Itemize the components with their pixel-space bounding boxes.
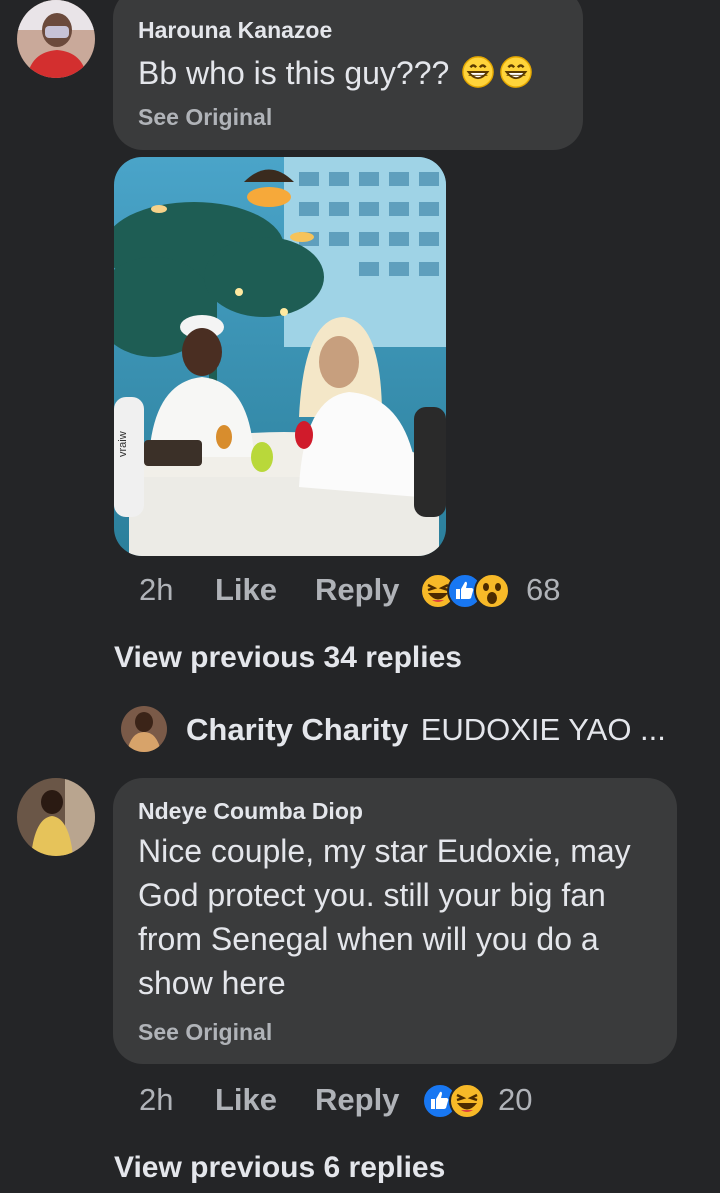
comment-bubble: Ndeye Coumba Diop Nice couple, my star E… bbox=[113, 778, 677, 1064]
see-original-link[interactable]: See Original bbox=[138, 1019, 272, 1046]
comment-text: Bb who is this guy??? bbox=[138, 51, 533, 95]
reply-button[interactable]: Reply bbox=[315, 572, 399, 608]
wow-icon bbox=[474, 573, 510, 609]
comment-bubble: Harouna Kanazoe Bb who is this guy??? Se… bbox=[113, 0, 583, 150]
reply-preview-snippet: EUDOXIE YAO ... bbox=[420, 712, 666, 747]
comment-time[interactable]: 2h bbox=[139, 572, 173, 608]
view-previous-replies[interactable]: View previous 6 replies bbox=[114, 1151, 445, 1185]
comment-time[interactable]: 2h bbox=[139, 1082, 173, 1118]
like-label: Like bbox=[215, 572, 278, 607]
reaction-count: 20 bbox=[498, 1082, 533, 1117]
view-previous-replies[interactable]: View previous 34 replies bbox=[114, 641, 462, 675]
reply-label: Reply bbox=[315, 572, 400, 607]
reply-preview-author: Charity Charity bbox=[186, 712, 409, 747]
grinning-face-icon bbox=[462, 56, 495, 88]
comment-author[interactable]: Ndeye Coumba Diop bbox=[138, 798, 363, 825]
like-label: Like bbox=[215, 1082, 278, 1117]
reply-button[interactable]: Reply bbox=[315, 1082, 399, 1118]
haha-icon bbox=[449, 1083, 485, 1119]
reactions-summary[interactable]: 68 bbox=[420, 572, 570, 612]
see-original-link[interactable]: See Original bbox=[138, 104, 272, 131]
comment-text-line: from Senegal when will you do a bbox=[138, 921, 599, 957]
comment-text-body: Bb who is this guy??? bbox=[138, 55, 450, 91]
reaction-count: 68 bbox=[526, 572, 561, 607]
avatar-charity[interactable] bbox=[121, 706, 167, 752]
reply-preview[interactable]: Charity Charity EUDOXIE YAO ... bbox=[186, 712, 666, 748]
comment-text-line: God protect you. still your big fan bbox=[138, 877, 606, 913]
comment-author[interactable]: Harouna Kanazoe bbox=[138, 17, 332, 44]
like-button[interactable]: Like bbox=[215, 572, 277, 608]
comment-photo[interactable]: vraiw bbox=[114, 157, 446, 556]
photo-overlay-text: vraiw bbox=[117, 431, 129, 457]
comment-text-line: show here bbox=[138, 965, 286, 1001]
comment-text-line: Nice couple, my star Eudoxie, may bbox=[138, 833, 631, 869]
reactions-summary[interactable]: 20 bbox=[422, 1082, 552, 1122]
like-button[interactable]: Like bbox=[215, 1082, 277, 1118]
comment-text: Nice couple, my star Eudoxie, may God pr… bbox=[138, 829, 631, 1005]
avatar-ndeye[interactable] bbox=[17, 778, 95, 856]
grinning-face-icon bbox=[500, 56, 533, 88]
avatar-harouna[interactable] bbox=[17, 0, 95, 78]
reply-label: Reply bbox=[315, 1082, 400, 1117]
